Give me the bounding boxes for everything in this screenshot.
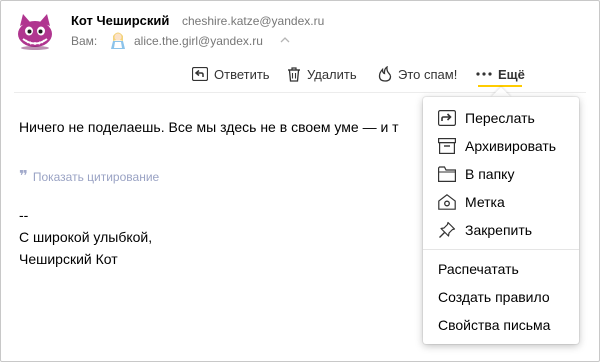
more-button[interactable]: Ещё — [476, 63, 525, 85]
forward-icon — [437, 108, 457, 128]
flame-icon — [378, 66, 392, 82]
recipient-email[interactable]: alice.the.girl@yandex.ru — [134, 34, 263, 48]
dropdown-item-create-rule[interactable]: Создать правило — [423, 283, 579, 311]
dropdown-divider — [423, 249, 579, 250]
quote-icon: ❞ — [19, 168, 28, 185]
delete-button[interactable]: Удалить — [287, 63, 357, 85]
dropdown-item-move-to-folder[interactable]: В папку — [423, 160, 579, 188]
dropdown-item-label: Переслать — [465, 110, 535, 126]
delete-button-label: Удалить — [307, 66, 357, 82]
dropdown-item-label: В папку — [465, 166, 515, 182]
sender-email[interactable]: cheshire.katze@yandex.ru — [182, 14, 324, 28]
sender-avatar-cat-icon — [18, 14, 52, 50]
dropdown-item-label[interactable]: Метка — [423, 188, 579, 216]
reply-button[interactable]: Ответить — [192, 63, 270, 85]
more-actions-dropdown: Переслать Архивировать В папку Метка Зак… — [423, 97, 579, 344]
trash-icon — [288, 66, 300, 82]
folder-icon — [437, 164, 457, 184]
dropdown-item-label: Метка — [465, 194, 505, 210]
signature-line: Чеширский Кот — [19, 251, 118, 267]
dropdown-item-label: Распечатать — [438, 261, 519, 277]
dropdown-item-label: Архивировать — [465, 138, 557, 154]
archive-icon — [437, 136, 457, 156]
reply-icon — [192, 67, 208, 81]
chevron-up-icon[interactable] — [279, 35, 291, 45]
ellipsis-icon — [476, 72, 492, 76]
dropdown-item-label: Свойства письма — [438, 317, 551, 333]
dropdown-item-forward[interactable]: Переслать — [423, 104, 579, 132]
spam-button-label: Это спам! — [398, 66, 458, 82]
recipient-avatar-alice-icon — [111, 32, 125, 49]
dropdown-item-pin[interactable]: Закрепить — [423, 216, 579, 244]
label-icon — [437, 192, 457, 212]
sender-name[interactable]: Кот Чеширский — [71, 13, 169, 28]
message-body-text: Ничего не поделаешь. Все мы здесь не в с… — [19, 119, 399, 135]
more-button-label: Ещё — [498, 66, 525, 82]
spam-button[interactable]: Это спам! — [378, 63, 457, 85]
reply-button-label: Ответить — [214, 66, 270, 82]
dropdown-item-print[interactable]: Распечатать — [423, 255, 579, 283]
pin-icon — [437, 220, 457, 240]
signature-line: -- — [19, 207, 29, 223]
dropdown-item-message-properties[interactable]: Свойства письма — [423, 311, 579, 339]
dropdown-item-label: Закрепить — [465, 222, 533, 238]
dropdown-item-archive[interactable]: Архивировать — [423, 132, 579, 160]
show-quote-link[interactable]: ❞ Показать цитирование — [19, 168, 160, 185]
message-toolbar: Ответить Удалить Это спам! Ещё — [0, 63, 600, 87]
signature-line: С широкой улыбкой, — [19, 229, 153, 245]
show-quote-label: Показать цитирование — [32, 170, 160, 184]
recipient-label: Вам: — [71, 34, 98, 48]
dropdown-item-label: Создать правило — [438, 289, 550, 305]
